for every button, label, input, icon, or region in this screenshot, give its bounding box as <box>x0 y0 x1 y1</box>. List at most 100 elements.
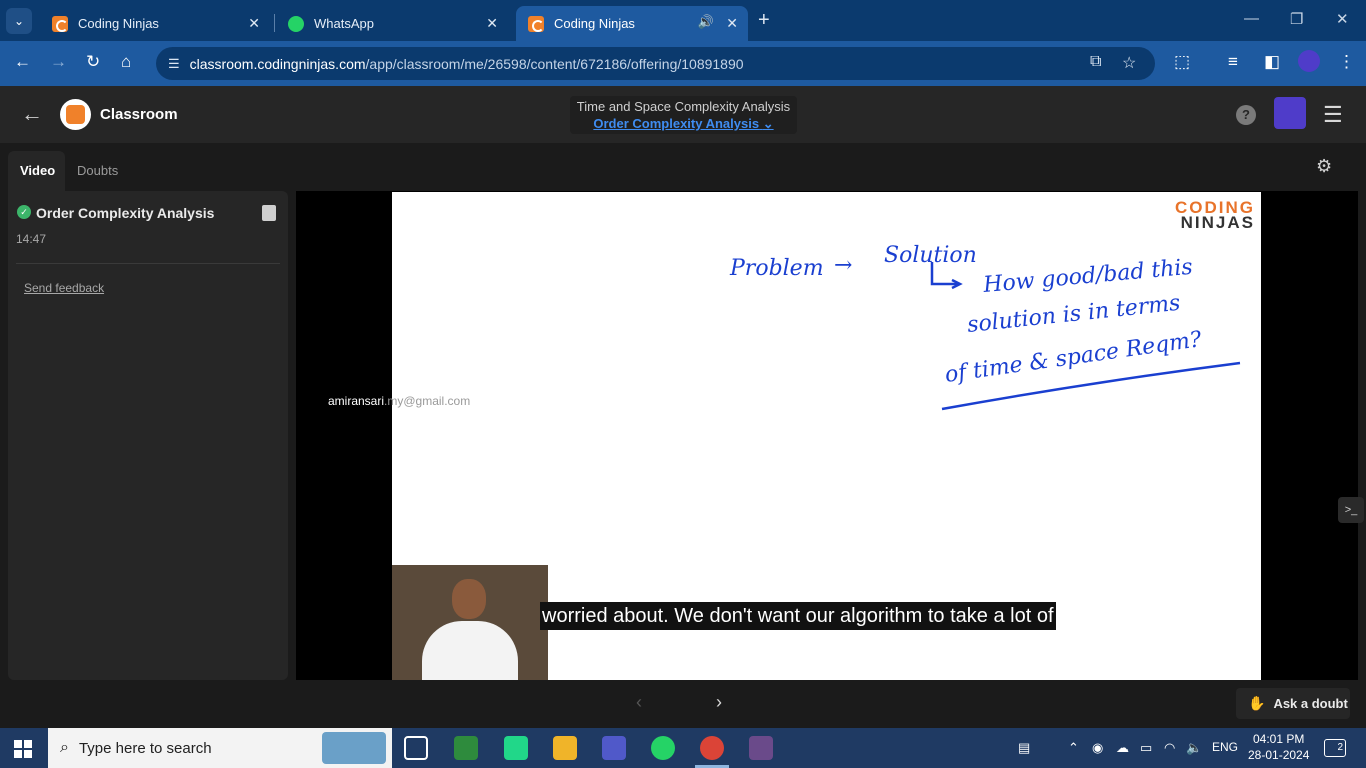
presenter-head <box>452 579 486 619</box>
course-title: Time and Space Complexity Analysis <box>576 99 791 114</box>
close-icon[interactable]: ✕ <box>726 15 738 32</box>
presenter-video <box>392 565 548 680</box>
news-widget-icon[interactable]: ▤ <box>1018 740 1030 756</box>
show-hidden-icons-icon[interactable]: ⌃ <box>1068 740 1079 756</box>
reload-icon[interactable]: ↻ <box>86 52 100 72</box>
presenter-body <box>422 621 518 680</box>
lesson-sidebar: ✓ Order Complexity Analysis 14:47 Send f… <box>8 191 288 680</box>
chrome-app-icon[interactable] <box>700 736 724 760</box>
hw-arrow: → <box>834 253 852 278</box>
subtitle-caption: worried about. We don't want our algorit… <box>540 602 1056 630</box>
search-icon: ⌕ <box>60 739 69 756</box>
url-host: classroom.codingninjas.com <box>189 55 366 72</box>
lesson-select[interactable]: Order Complexity Analysis ⌄ <box>570 116 797 132</box>
coding-ninjas-favicon-icon <box>52 15 68 32</box>
tab-separator <box>274 14 275 32</box>
back-icon[interactable]: ← <box>14 52 31 72</box>
cloud-icon[interactable]: ☁ <box>1116 740 1129 756</box>
taskbar-search[interactable]: ⌕ Type here to search <box>48 728 392 768</box>
whatsapp-app-icon[interactable] <box>651 736 675 760</box>
lesson-duration: 14:47 <box>16 232 47 246</box>
language-indicator[interactable]: ENG <box>1212 740 1238 754</box>
tab-coding-ninjas-1[interactable]: Coding Ninjas ✕ <box>40 6 270 41</box>
windows-start-icon[interactable] <box>14 740 32 758</box>
window-close-icon[interactable]: ✕ <box>1336 10 1349 28</box>
address-bar[interactable]: ☰ classroom.codingninjas.com/app/classro… <box>156 47 1155 80</box>
chatbot-icon[interactable]: >_ <box>1338 497 1364 523</box>
tab-whatsapp[interactable]: WhatsApp ✕ <box>276 6 508 41</box>
ask-doubt-label: Ask a doubt <box>1273 696 1348 711</box>
side-panel-icon[interactable]: ◧ <box>1264 52 1280 72</box>
home-icon[interactable]: ⌂ <box>121 52 131 72</box>
tab-title: Coding Ninjas <box>78 16 159 31</box>
ask-doubt-button[interactable]: ✋ Ask a doubt <box>1236 688 1350 719</box>
previous-lesson-icon[interactable]: ‹ <box>636 692 642 713</box>
hamburger-menu-icon[interactable]: ☰ <box>1323 102 1343 128</box>
close-icon[interactable]: ✕ <box>486 15 498 32</box>
restore-icon[interactable]: ❐ <box>1290 10 1303 28</box>
notifications-icon[interactable]: 2 <box>1324 739 1346 757</box>
close-icon[interactable]: ✕ <box>248 15 260 32</box>
browser-nav-bar: ← → ↻ ⌂ ☰ classroom.codingninjas.com/app… <box>0 41 1366 86</box>
bookmark-add-icon[interactable] <box>262 205 276 221</box>
watermark-domain: .my@gmail.com <box>384 394 471 408</box>
lesson-title[interactable]: Order Complexity Analysis <box>36 205 214 221</box>
wifi-icon[interactable]: ◠ <box>1164 740 1175 756</box>
watermark-name: amiransari <box>328 394 385 408</box>
whatsapp-favicon-icon <box>288 15 304 32</box>
tab-title: Coding Ninjas <box>554 16 635 31</box>
pycharm-app-icon[interactable] <box>504 736 528 760</box>
clock-time: 04:01 PM <box>1253 732 1305 746</box>
battery-icon[interactable]: ▭ <box>1140 740 1152 756</box>
file-explorer-icon[interactable] <box>553 736 577 760</box>
back-arrow-icon[interactable]: ← <box>21 101 43 127</box>
hw-line3: solution is in terms <box>966 291 1182 338</box>
url-path: /app/classroom/me/26598/content/672186/o… <box>365 55 744 72</box>
coding-ninjas-logo <box>60 99 91 130</box>
notepad-app-icon[interactable] <box>454 736 478 760</box>
meet-now-icon[interactable]: ◉ <box>1092 740 1103 756</box>
completed-check-icon: ✓ <box>17 205 31 219</box>
video-player[interactable]: CODING NINJAS Problem → Solution How goo… <box>296 191 1358 680</box>
forward-icon[interactable]: → <box>50 52 67 72</box>
user-watermark: amiransari.my@gmail.com <box>328 394 470 408</box>
tab-coding-ninjas-active[interactable]: Coding Ninjas 🔊 ✕ <box>516 6 748 41</box>
media-control-icon[interactable]: ≡ <box>1228 52 1238 72</box>
tab-video[interactable]: Video <box>8 151 65 191</box>
browser-menu-icon[interactable]: ⋮ <box>1338 52 1355 72</box>
speaker-icon[interactable]: 🔊 <box>698 14 714 30</box>
new-tab-icon[interactable]: + <box>758 9 770 32</box>
search-highlight-image <box>322 732 386 764</box>
volume-icon[interactable]: 🔈 <box>1186 740 1202 756</box>
teams-app-icon[interactable] <box>602 736 626 760</box>
hw-solution: Solution <box>884 243 977 268</box>
settings-gear-icon[interactable]: ⚙ <box>1316 156 1332 177</box>
profile-avatar[interactable] <box>1298 50 1320 72</box>
coding-ninjas-favicon-icon <box>528 15 544 32</box>
snipping-tool-icon[interactable] <box>749 736 773 760</box>
system-clock[interactable]: 04:01 PM 28-01-2024 <box>1248 731 1309 763</box>
minimize-icon[interactable]: — <box>1244 10 1259 27</box>
tab-doubts[interactable]: Doubts <box>65 151 130 191</box>
lesson-select-label: Order Complexity Analysis <box>593 116 760 131</box>
next-lesson-icon[interactable]: › <box>716 692 722 713</box>
help-icon[interactable]: ? <box>1236 105 1256 125</box>
site-info-icon[interactable]: ☰ <box>168 56 180 72</box>
search-placeholder: Type here to search <box>78 739 212 757</box>
send-feedback-link[interactable]: Send feedback <box>24 281 104 295</box>
lesson-breadcrumb[interactable]: Time and Space Complexity Analysis Order… <box>570 96 797 134</box>
user-avatar[interactable] <box>1274 97 1306 129</box>
install-app-icon[interactable]: ⧉ <box>1090 53 1101 71</box>
clock-date: 28-01-2024 <box>1248 748 1310 762</box>
extensions-icon[interactable]: ⬚ <box>1174 52 1190 72</box>
hw-problem: Problem <box>729 256 824 281</box>
bookmark-star-icon[interactable]: ☆ <box>1122 53 1136 73</box>
hand-icon: ✋ <box>1248 695 1266 711</box>
tab-search-icon[interactable]: ⌄ <box>6 8 32 34</box>
app-title: Classroom <box>100 106 178 123</box>
task-view-icon[interactable] <box>404 736 428 760</box>
tab-title: WhatsApp <box>314 16 374 31</box>
windows-taskbar: ⌕ Type here to search ▤ ⌃ ◉ ☁ ▭ ◠ 🔈 ENG … <box>0 728 1366 768</box>
divider <box>16 263 280 264</box>
browser-tab-bar: ⌄ Coding Ninjas ✕ WhatsApp ✕ Coding Ninj… <box>0 0 1366 41</box>
